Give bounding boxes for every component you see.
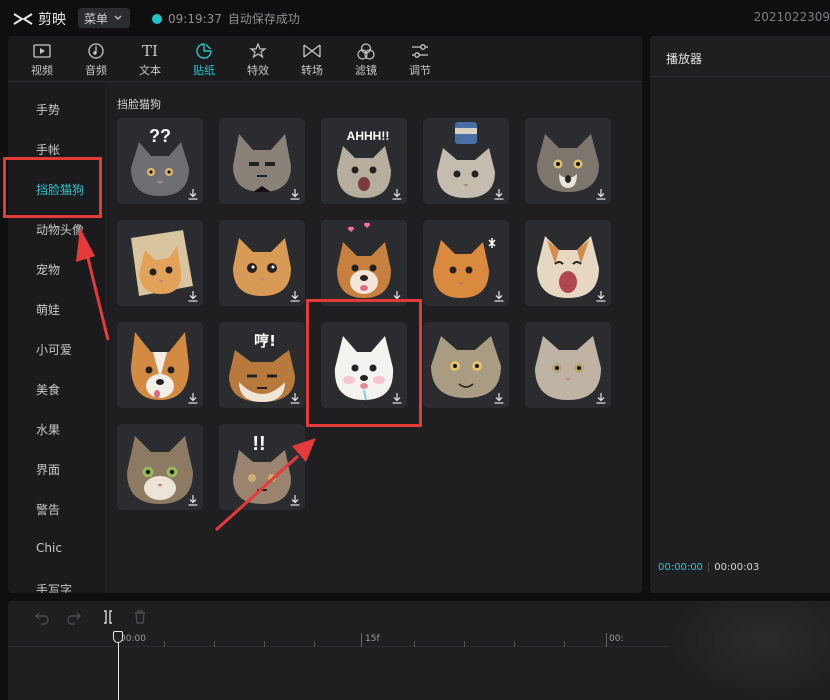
annotation-arrows [76, 228, 316, 532]
